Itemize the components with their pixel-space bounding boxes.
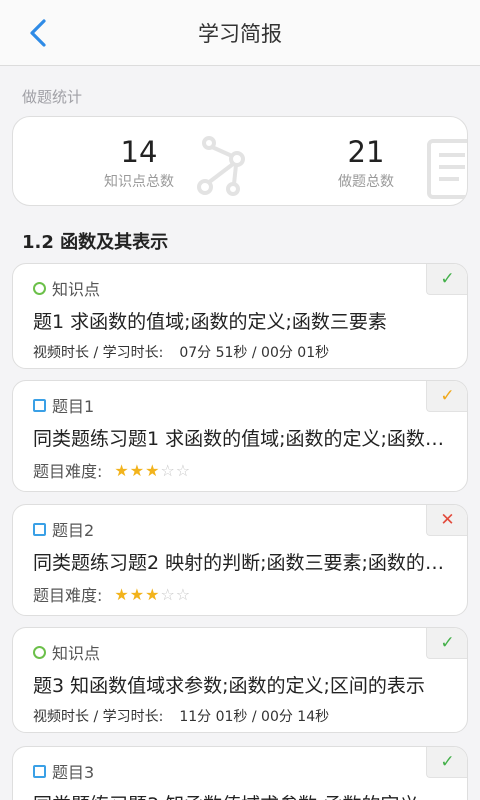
question-icon	[33, 522, 46, 536]
difficulty-row: 题目难度: ★★★☆☆	[33, 458, 191, 482]
meta-value: 11分 01秒 / 00分 14秒	[179, 709, 330, 725]
question-icon	[33, 398, 46, 412]
knowledge-point-card[interactable]: 知识点 题1 求函数的值域;函数的定义;函数三要素 视频时长 / 学习时长: 07…	[12, 263, 468, 369]
difficulty-stars: ★★★☆☆	[114, 461, 191, 480]
question-icon	[33, 764, 46, 778]
navigation-bar: 学习简报	[0, 0, 480, 66]
section-label-stats: 做题统计	[22, 88, 83, 106]
card-tag: 题目3	[33, 759, 94, 783]
knowledge-point-card[interactable]: 知识点 题3 知函数值域求参数;函数的定义;区间的表示 视频时长 / 学习时长:…	[12, 627, 468, 733]
card-title: 题1 求函数的值域;函数的定义;函数三要素	[33, 311, 387, 333]
tag-label: 知识点	[52, 280, 101, 299]
question-card[interactable]: 题目3 同类题练习题3 知函数值域求参数;函数的定义 ✓	[12, 746, 468, 800]
difficulty-row: 题目难度: ★★★☆☆	[33, 582, 191, 606]
card-tag: 知识点	[33, 640, 100, 664]
tag-label: 题目3	[52, 763, 95, 782]
star-filled-icon: ★	[129, 584, 146, 604]
star-filled-icon: ★	[145, 460, 161, 480]
meta-label: 视频时长 / 学习时长:	[33, 709, 164, 725]
card-tag: 知识点	[33, 276, 100, 300]
stat-value: 21	[347, 135, 385, 169]
document-icon	[427, 139, 467, 199]
star-empty-icon: ☆	[160, 584, 176, 604]
stat-label: 做题总数	[338, 174, 394, 190]
card-title: 题3 知函数值域求参数;函数的定义;区间的表示	[33, 675, 425, 697]
page-title: 学习简报	[198, 22, 282, 46]
knowledge-point-icon	[33, 281, 46, 295]
tag-label: 题目2	[52, 521, 95, 540]
network-icon	[197, 136, 245, 196]
difficulty-stars: ★★★☆☆	[114, 585, 191, 604]
question-card[interactable]: 题目1 同类题练习题1 求函数的值域;函数的定义;函数三要素 题目难度: ★★★…	[12, 380, 468, 492]
star-filled-icon: ★	[129, 460, 146, 480]
star-filled-icon: ★	[114, 460, 130, 480]
stat-knowledge-points: 14 知识点总数	[69, 135, 209, 191]
star-filled-icon: ★	[145, 584, 161, 604]
wrong-cross-icon: ✕	[426, 505, 467, 536]
correct-check-icon: ✓	[426, 747, 467, 778]
card-title: 同类题练习题2 映射的判断;函数三要素;函数的定义	[33, 552, 447, 574]
star-empty-icon: ☆	[175, 460, 192, 480]
difficulty-label: 题目难度:	[33, 462, 103, 481]
card-title: 同类题练习题3 知函数值域求参数;函数的定义	[33, 790, 447, 800]
card-meta: 视频时长 / 学习时长: 07分 51秒 / 00分 01秒	[33, 342, 329, 362]
star-filled-icon: ★	[114, 584, 130, 604]
question-card[interactable]: 题目2 同类题练习题2 映射的判断;函数三要素;函数的定义 题目难度: ★★★☆…	[12, 504, 468, 616]
correct-check-icon: ✓	[426, 264, 467, 295]
card-tag: 题目2	[33, 517, 94, 541]
card-title: 同类题练习题1 求函数的值域;函数的定义;函数三要素	[33, 428, 447, 450]
meta-value: 07分 51秒 / 00分 01秒	[179, 345, 330, 361]
card-tag: 题目1	[33, 393, 94, 417]
difficulty-label: 题目难度:	[33, 586, 103, 605]
tag-label: 知识点	[52, 644, 101, 663]
stats-card: 14 知识点总数 21 做题总数	[12, 116, 468, 206]
stat-label: 知识点总数	[104, 174, 174, 190]
stat-questions: 21 做题总数	[296, 135, 436, 191]
star-empty-icon: ☆	[175, 584, 192, 604]
partial-check-icon: ✓	[426, 381, 467, 412]
star-empty-icon: ☆	[160, 460, 176, 480]
tag-label: 题目1	[52, 397, 95, 416]
stat-value: 14	[120, 135, 158, 169]
knowledge-point-icon	[33, 645, 46, 659]
meta-label: 视频时长 / 学习时长:	[33, 345, 164, 361]
card-meta: 视频时长 / 学习时长: 11分 01秒 / 00分 14秒	[33, 706, 329, 726]
correct-check-icon: ✓	[426, 628, 467, 659]
chapter-title: 1.2 函数及其表示	[22, 232, 169, 253]
